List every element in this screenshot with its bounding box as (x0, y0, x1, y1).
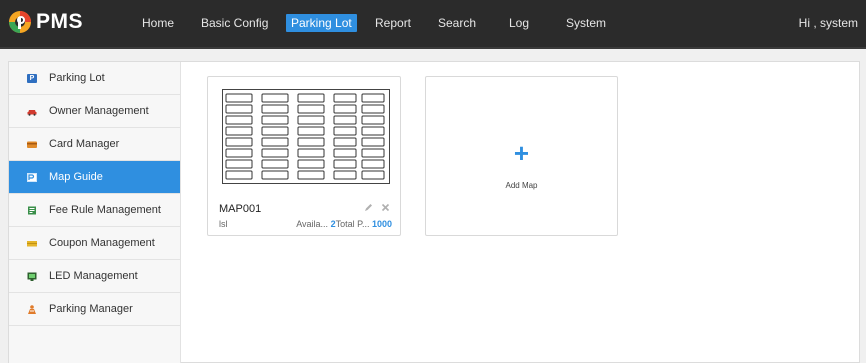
sidebar-item-map-guide[interactable]: Map Guide (9, 161, 180, 194)
nav-basic-config[interactable]: Basic Config (201, 16, 268, 30)
map-icon (27, 172, 37, 182)
nav-system[interactable]: System (566, 16, 606, 30)
sidebar-item-label: LED Management (49, 270, 138, 282)
sidebar-item-label: Card Manager (49, 138, 120, 150)
nav-report[interactable]: Report (375, 16, 411, 30)
nav-log[interactable]: Log (509, 16, 529, 30)
total-count: 1000 (371, 219, 392, 229)
sidebar-item-label: Owner Management (49, 105, 149, 117)
nav-parking-lot[interactable]: Parking Lot (286, 14, 357, 32)
sidebar-item-label: Coupon Management (49, 237, 155, 249)
user-greeting[interactable]: Hi , system (799, 16, 858, 30)
sidebar-item-card-manager[interactable]: Card Manager (9, 128, 180, 161)
pms-logo-icon (9, 11, 31, 33)
map-thumbnail (222, 89, 390, 184)
logo: PMS (8, 10, 83, 34)
map-card[interactable]: MAP001 lsl Availa... 2Total P... 1000 (207, 76, 401, 236)
top-navigation-bar: PMS Home Basic Config Parking Lot Report… (0, 0, 866, 49)
led-icon (27, 272, 37, 281)
sidebar-item-label: Map Guide (49, 171, 103, 183)
car-icon (27, 109, 37, 116)
sidebar-item-label: Fee Rule Management (49, 204, 161, 216)
sidebar-item-fee-rule-management[interactable]: Fee Rule Management (9, 194, 180, 227)
sidebar: P Parking Lot Owner Management Card Mana… (9, 62, 181, 363)
person-icon (28, 304, 36, 314)
sidebar-item-led-management[interactable]: LED Management (9, 260, 180, 293)
logo-text: PMS (36, 10, 84, 33)
map-stats: Availa... 2Total P... 1000 (296, 219, 392, 229)
total-label: Total P... (335, 219, 370, 229)
card-actions (364, 203, 390, 212)
nav-home[interactable]: Home (142, 16, 174, 30)
sidebar-item-coupon-management[interactable]: Coupon Management (9, 227, 180, 260)
card-icon (27, 141, 37, 148)
fee-icon (28, 206, 36, 214)
add-map-label: Add Map (505, 181, 538, 190)
sidebar-item-parking-manager[interactable]: Parking Manager (9, 293, 180, 326)
nav-search[interactable]: Search (438, 16, 476, 30)
plus-icon[interactable]: + (426, 140, 617, 166)
delete-close-icon[interactable] (381, 203, 390, 212)
add-map-card[interactable]: + Add Map (425, 76, 618, 236)
coupon-icon (27, 240, 37, 246)
available-label: Availa... (296, 219, 329, 229)
map-subtitle: lsl (219, 219, 228, 229)
parking-p-icon: P (27, 73, 37, 83)
edit-pencil-icon[interactable] (364, 203, 373, 212)
sidebar-item-label: Parking Lot (49, 72, 105, 84)
map-name: MAP001 (219, 203, 262, 215)
sidebar-item-owner-management[interactable]: Owner Management (9, 95, 180, 128)
sidebar-item-label: Parking Manager (49, 303, 133, 315)
sidebar-item-parking-lot[interactable]: P Parking Lot (9, 62, 180, 95)
